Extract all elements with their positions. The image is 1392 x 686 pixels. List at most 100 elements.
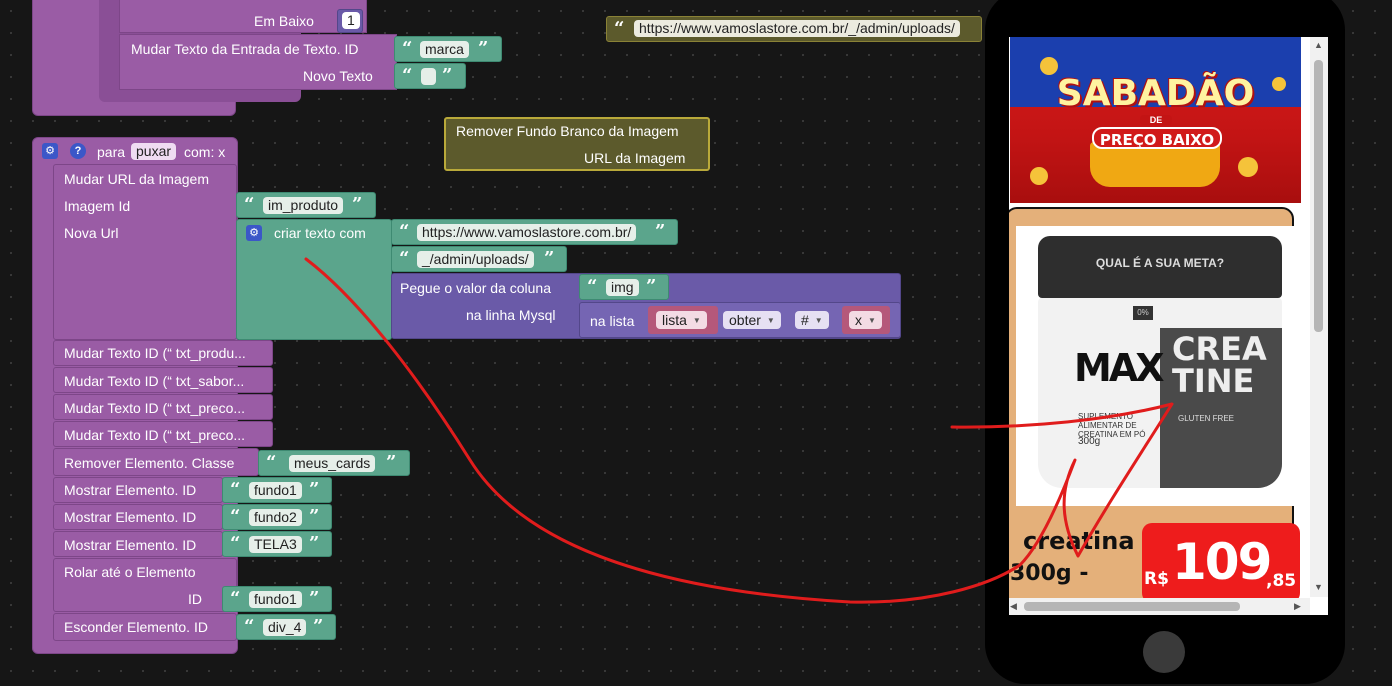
show-label-1: Mostrar Elemento. ID — [64, 482, 197, 498]
close-quote-icon: ” — [646, 276, 657, 297]
set-text-label-1: Mudar Texto ID (“ txt_produ... — [64, 345, 246, 361]
gear-icon[interactable]: ⚙ — [246, 225, 262, 241]
hash-dropdown[interactable]: # ▼ — [795, 311, 829, 329]
scroll-right-icon[interactable]: ▶ — [1294, 601, 1301, 612]
show-value-1[interactable]: fundo1 — [249, 482, 302, 499]
open-quote-icon: “ — [266, 452, 277, 473]
product-image[interactable]: QUAL É A SUA META? 0% MAX CREA TINE SUPL… — [1016, 226, 1297, 506]
vertical-scrollbar-thumb[interactable] — [1314, 60, 1323, 332]
set-textinput-label: Mudar Texto da Entrada de Texto. ID — [131, 41, 359, 57]
get-column-label: Pegue o valor da coluna — [400, 280, 551, 296]
jar-brand: MAX — [1074, 346, 1165, 390]
close-quote-icon: ” — [544, 248, 555, 269]
jar-line2: TINE — [1172, 362, 1255, 400]
set-image-url-label: Mudar URL da Imagem — [64, 171, 209, 187]
help-icon[interactable]: ? — [70, 143, 86, 159]
chevron-down-icon: ▼ — [766, 316, 775, 326]
product-card[interactable]: QUAL É A SUA META? 0% MAX CREA TINE SUPL… — [1009, 207, 1300, 615]
show-label-3: Mostrar Elemento. ID — [64, 537, 197, 553]
remove-bg-param: URL da Imagem — [584, 150, 686, 166]
price-int: 109 — [1172, 533, 1272, 591]
image-id-value[interactable]: im_produto — [263, 197, 344, 214]
scroll-label: Rolar até o Elemento — [64, 564, 196, 580]
price-tag: R$ 109 ,85 — [1142, 523, 1300, 603]
open-quote-icon: “ — [230, 533, 241, 554]
close-quote-icon: ” — [313, 616, 324, 637]
close-quote-icon: ” — [442, 65, 453, 86]
remove-class-value[interactable]: meus_cards — [289, 455, 376, 472]
join-part2-value[interactable]: _/admin/uploads/ — [417, 251, 534, 268]
close-quote-icon: ” — [309, 588, 320, 609]
horizontal-scrollbar-thumb[interactable] — [1024, 602, 1240, 611]
promo-banner[interactable]: SABADÃO DE PREÇO BAIXO — [1010, 37, 1301, 203]
open-quote-icon: “ — [230, 506, 241, 527]
open-quote-icon: “ — [587, 276, 598, 297]
hide-label: Esconder Elemento. ID — [64, 619, 208, 635]
scroll-id-label: ID — [188, 591, 202, 607]
open-quote-icon: “ — [230, 588, 241, 609]
list-var-dropdown[interactable]: lista ▼ — [656, 311, 707, 329]
url-text-value[interactable]: https://www.vamoslastore.com.br/_/admin/… — [634, 20, 960, 37]
set-text-label-2: Mudar Texto ID (“ txt_sabor... — [64, 373, 245, 389]
close-quote-icon: ” — [309, 506, 320, 527]
coin-icon — [1040, 57, 1058, 75]
scroll-up-icon[interactable]: ▲ — [1314, 40, 1323, 50]
chevron-down-icon: ▼ — [692, 316, 701, 326]
product-name-1: creatina — [1023, 527, 1135, 555]
close-quote-icon: ” — [478, 38, 489, 59]
open-quote-icon: “ — [402, 65, 413, 86]
get-op-value: obter — [729, 312, 761, 328]
show-label-2: Mostrar Elemento. ID — [64, 509, 197, 525]
product-name-2: 300g - — [1010, 561, 1089, 586]
open-quote-icon: “ — [230, 479, 241, 500]
banner-de: DE — [1140, 115, 1172, 125]
list-var-value: lista — [662, 312, 687, 328]
show-value-3[interactable]: TELA3 — [249, 536, 302, 553]
price-currency: R$ — [1144, 569, 1169, 589]
column-value[interactable]: img — [606, 279, 639, 296]
jar-weight: 300g — [1078, 436, 1101, 447]
open-quote-icon: “ — [402, 38, 413, 59]
jar-sub: SUPLEMENTO ALIMENTAR DE CREATINA EM PÓ — [1078, 412, 1146, 439]
em-baixo-block[interactable] — [119, 0, 367, 33]
open-quote-icon: “ — [614, 18, 625, 39]
jar-badge: 0% — [1133, 306, 1153, 320]
join-part1-value[interactable]: https://www.vamoslastore.com.br/ — [417, 224, 637, 241]
price-cents: ,85 — [1266, 571, 1297, 591]
close-quote-icon: ” — [655, 221, 666, 242]
close-quote-icon: ” — [386, 452, 397, 473]
remove-bg-title: Remover Fundo Branco da Imagem — [456, 123, 679, 139]
remove-class-label: Remover Elemento. Classe — [64, 455, 235, 471]
jar-gluten: GLUTEN FREE — [1178, 414, 1235, 423]
product-tagline: QUAL É A SUA META? — [1095, 256, 1225, 270]
index-var-dropdown[interactable]: x ▼ — [849, 311, 882, 329]
open-quote-icon: “ — [399, 248, 410, 269]
open-quote-icon: “ — [399, 221, 410, 242]
coin-icon — [1030, 167, 1048, 185]
scroll-id-value[interactable]: fundo1 — [249, 591, 302, 608]
home-button[interactable] — [1143, 631, 1185, 673]
close-quote-icon: ” — [352, 194, 363, 215]
hash-value: # — [801, 312, 809, 328]
hide-id-value[interactable]: div_4 — [263, 619, 307, 636]
show-value-2[interactable]: fundo2 — [249, 509, 302, 526]
row-label: na linha Mysql — [466, 307, 556, 323]
em-baixo-value[interactable]: 1 — [342, 12, 360, 29]
chevron-down-icon: ▼ — [868, 316, 876, 326]
set-image-url-block[interactable] — [53, 164, 237, 340]
set-text-label-4: Mudar Texto ID (“ txt_preco... — [64, 427, 246, 443]
phone-screen[interactable]: SABADÃO DE PREÇO BAIXO QUAL É A SUA META… — [1009, 37, 1328, 615]
scroll-left-icon[interactable]: ◀ — [1010, 601, 1017, 612]
new-text-label: Novo Texto — [303, 68, 373, 84]
scroll-down-icon[interactable]: ▼ — [1314, 582, 1323, 592]
open-quote-icon: “ — [244, 616, 255, 637]
coin-icon — [1272, 77, 1286, 91]
image-id-label: Imagem Id — [64, 198, 131, 214]
procedure-params: com: x — [184, 144, 226, 160]
get-op-dropdown[interactable]: obter ▼ — [723, 311, 781, 329]
procedure-para: para — [97, 144, 126, 160]
empty-text-value[interactable] — [421, 68, 436, 85]
gear-icon[interactable]: ⚙ — [42, 143, 58, 159]
procedure-name[interactable]: puxar — [131, 143, 177, 160]
marca-text-value[interactable]: marca — [420, 41, 469, 58]
